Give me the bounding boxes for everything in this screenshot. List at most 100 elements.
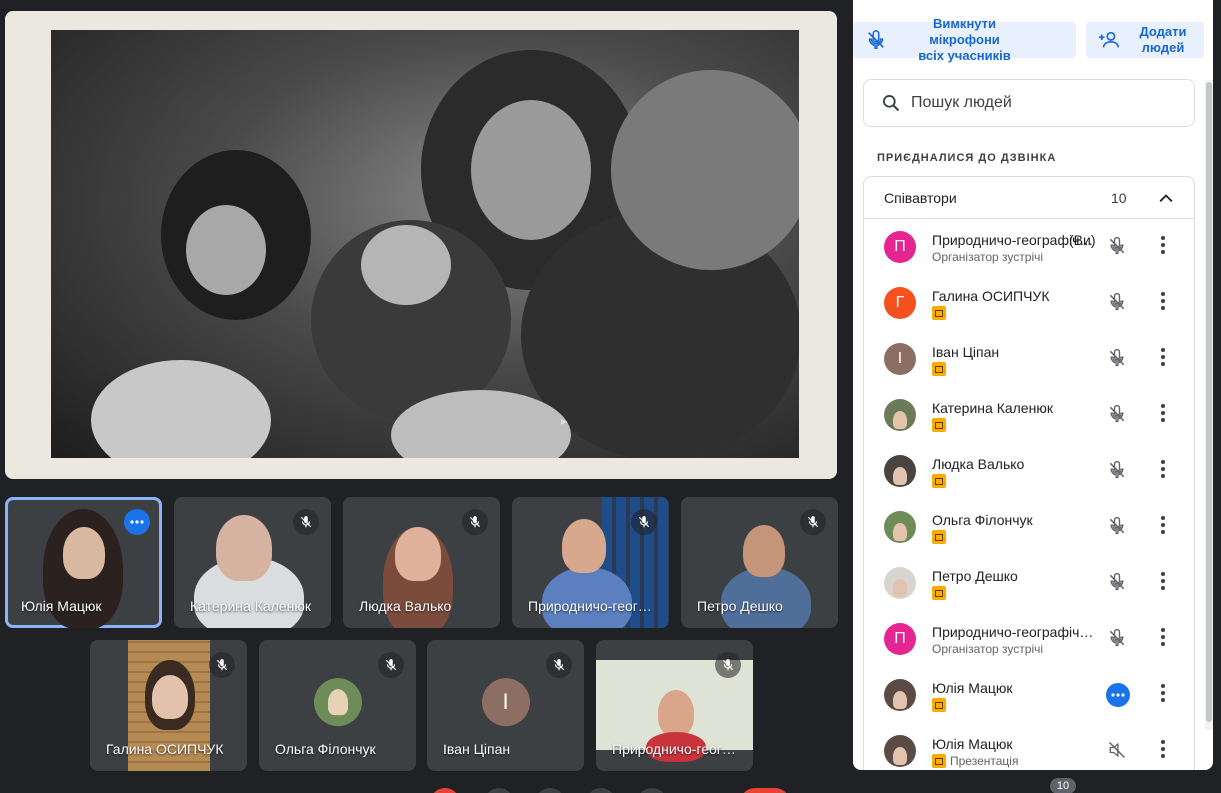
tile-name: Людка Валько <box>359 598 452 614</box>
avatar <box>884 567 916 599</box>
video-tile[interactable]: Природничо-географічний <box>512 497 669 628</box>
participant-role <box>932 306 946 320</box>
mic-off-icon <box>800 509 826 535</box>
participant-row[interactable]: І Іван Ціпан <box>864 331 1194 387</box>
avatar: П <box>884 623 916 655</box>
more-options-icon[interactable] <box>1160 683 1166 708</box>
more-options-icon[interactable] <box>1160 515 1166 540</box>
group-header[interactable]: Співавтори 10 <box>864 177 1194 219</box>
tile-name: Природничо-географічний <box>612 741 740 757</box>
people-panel: Вимкнути мікрофони всіх учасників Додати… <box>853 0 1213 770</box>
more-options-icon[interactable] <box>1160 291 1166 316</box>
video-tile[interactable]: І Іван Ціпан <box>427 640 584 771</box>
speaking-indicator-icon <box>1106 683 1130 707</box>
control-button[interactable] <box>535 788 565 793</box>
mic-off-icon[interactable] <box>1107 236 1127 261</box>
mic-off-icon[interactable] <box>1107 460 1127 485</box>
more-options-icon[interactable] <box>1160 627 1166 652</box>
avatar <box>313 677 362 726</box>
presentation-icon <box>932 474 946 488</box>
participant-role: Організатор зустрічі <box>932 642 1044 656</box>
participant-row[interactable]: Ольга Філончук <box>864 499 1194 555</box>
more-options-icon[interactable] <box>1160 347 1166 372</box>
participant-name: Катерина Каленюк <box>932 400 1053 416</box>
more-options-icon[interactable] <box>1160 403 1166 428</box>
search-icon <box>883 95 900 112</box>
participant-role: Організатор зустрічі <box>932 250 1044 264</box>
presentation-icon <box>932 362 946 376</box>
pointer-icon: ▶ <box>561 417 568 426</box>
mic-off-icon[interactable] <box>1107 292 1127 317</box>
video-tile[interactable]: Людка Валько <box>343 497 500 628</box>
participant-face <box>658 690 694 736</box>
mute-all-button[interactable]: Вимкнути мікрофони всіх учасників <box>853 16 1076 63</box>
meet-window: ▶ Юлія Мацюк Катерина Каленюк Людка Валь… <box>0 0 1221 793</box>
tile-name: Природничо-географічний <box>528 598 656 614</box>
presentation-stage: ▶ <box>5 11 837 479</box>
participant-count-badge: 10 <box>1050 778 1076 793</box>
leave-call-button[interactable] <box>740 788 790 793</box>
more-options-icon[interactable] <box>1160 459 1166 484</box>
participant-row[interactable]: Г Галина ОСИПЧУК <box>864 275 1194 331</box>
participant-name: Юлія Мацюк <box>932 736 1013 752</box>
presentation-icon <box>932 698 946 712</box>
participant-role <box>932 698 946 712</box>
control-button[interactable] <box>586 788 616 793</box>
control-button[interactable] <box>484 788 514 793</box>
participant-face <box>562 519 606 573</box>
mic-off-icon[interactable] <box>1107 572 1127 597</box>
avatar <box>884 399 916 431</box>
video-tile[interactable]: Галина ОСИПЧУК <box>90 640 247 771</box>
mic-off-icon[interactable] <box>1107 348 1127 373</box>
participant-role <box>932 418 946 432</box>
you-label: (Ви) <box>1069 232 1096 248</box>
presentation-icon <box>932 586 946 600</box>
speaker-off-icon[interactable] <box>1107 740 1127 765</box>
control-button[interactable] <box>430 788 460 793</box>
mic-off-icon <box>546 652 572 678</box>
add-people-button[interactable]: Додати людей <box>1086 22 1204 58</box>
participant-row[interactable]: Катерина Каленюк <box>864 387 1194 443</box>
video-tile[interactable]: Юлія Мацюк <box>5 497 162 628</box>
avatar <box>884 679 916 711</box>
search-box[interactable] <box>863 79 1195 127</box>
more-options-icon[interactable] <box>1160 571 1166 596</box>
participant-row[interactable]: Людка Валько <box>864 443 1194 499</box>
more-options-icon[interactable] <box>1160 739 1166 764</box>
participants-group: Співавтори 10 П Природничо-географічний (В… <box>863 176 1195 770</box>
tile-name: Петро Дешко <box>697 598 783 614</box>
participant-name: Природничо-географічний <box>932 624 1094 640</box>
tile-name: Іван Ціпан <box>443 741 511 757</box>
video-tile[interactable]: Петро Дешко <box>681 497 838 628</box>
search-input[interactable] <box>911 94 1171 112</box>
control-button[interactable] <box>637 788 667 793</box>
participant-row[interactable]: П Природничо-географічний Організатор зуст… <box>864 611 1194 667</box>
video-tile[interactable]: Природничо-географічний <box>596 640 753 771</box>
mic-off-icon[interactable] <box>1107 404 1127 429</box>
more-options-icon[interactable] <box>124 509 150 535</box>
section-title: ПРИЄДНАЛИСЯ ДО ДЗВІНКА <box>877 152 1057 164</box>
mic-off-icon <box>462 509 488 535</box>
mic-off-icon <box>868 30 884 49</box>
mic-off-icon[interactable] <box>1107 516 1127 541</box>
more-options-icon[interactable] <box>1160 235 1166 260</box>
participant-face <box>395 527 441 581</box>
chevron-up-icon[interactable] <box>1156 188 1176 208</box>
tile-name: Катерина Каленюк <box>190 598 311 614</box>
avatar <box>884 735 916 767</box>
participant-role <box>932 586 946 600</box>
mic-off-icon[interactable] <box>1107 628 1127 653</box>
participant-row[interactable]: Петро Дешко <box>864 555 1194 611</box>
scrollbar-thumb[interactable] <box>1206 82 1212 722</box>
participant-name: Іван Ціпан <box>932 344 1000 360</box>
participant-row[interactable]: Юлія Мацюк <box>864 667 1194 723</box>
video-tile[interactable]: Ольга Філончук <box>259 640 416 771</box>
avatar: Г <box>884 287 916 319</box>
participant-row[interactable]: П Природничо-географічний (Ви) Організатор … <box>864 219 1194 275</box>
participant-row[interactable]: Юлія Мацюк Презентація <box>864 723 1194 770</box>
participant-role <box>932 530 946 544</box>
group-count: 10 <box>1111 190 1127 206</box>
add-people-label: Додати людей <box>1139 24 1187 55</box>
participant-name: Ольга Філончук <box>932 512 1033 528</box>
video-tile[interactable]: Катерина Каленюк <box>174 497 331 628</box>
